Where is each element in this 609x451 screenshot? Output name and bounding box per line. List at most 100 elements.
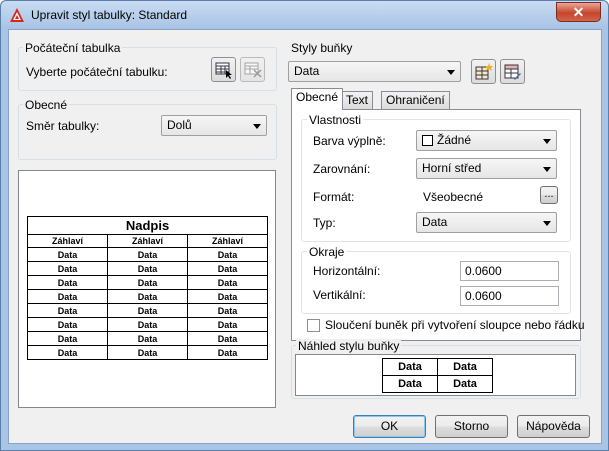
chevron-down-icon bbox=[447, 70, 455, 75]
chevron-down-icon bbox=[543, 167, 551, 172]
preview-data-cell: Data bbox=[187, 261, 268, 276]
cell-style-value: Data bbox=[294, 64, 320, 78]
preview-data-cell: Data bbox=[107, 289, 188, 304]
title-bar[interactable]: Upravit styl tabulky: Standard ✕ bbox=[1, 1, 608, 29]
merge-cells-checkbox[interactable] bbox=[307, 319, 320, 332]
tab-borders[interactable]: Ohraničení bbox=[381, 91, 450, 110]
cell-styles-group-label: Styly buňky bbox=[289, 41, 355, 55]
preview-data-cell: Data bbox=[27, 261, 108, 276]
table-direction-value: Dolů bbox=[167, 118, 192, 132]
type-value: Data bbox=[422, 215, 448, 229]
horizontal-margin-label: Horizontální: bbox=[313, 264, 381, 278]
chevron-down-icon bbox=[543, 221, 551, 226]
merge-cells-label: Sloučení buněk při vytvoření sloupce neb… bbox=[325, 318, 585, 332]
alignment-label: Zarovnání: bbox=[313, 162, 371, 176]
preview-data-cell: Data bbox=[27, 331, 108, 346]
table-preview: Nadpis Záhlaví Záhlaví Záhlaví Data Data Data D… bbox=[18, 170, 276, 408]
preview-title-cell: Nadpis bbox=[27, 216, 268, 235]
general-group-label: Obecné bbox=[23, 98, 70, 112]
manage-cell-styles-button[interactable] bbox=[500, 59, 525, 84]
preview-header-cell: Záhlaví bbox=[107, 234, 188, 248]
fill-color-label: Barva výplně: bbox=[313, 134, 386, 148]
cell-preview-cell: Data bbox=[382, 375, 438, 393]
preview-data-cell: Data bbox=[107, 275, 188, 290]
select-table-button[interactable] bbox=[211, 57, 236, 82]
alignment-value: Horní střed bbox=[422, 161, 482, 175]
manage-cell-styles-icon bbox=[504, 64, 521, 80]
new-cell-style-icon bbox=[475, 63, 493, 80]
preview-data-cell: Data bbox=[27, 275, 108, 290]
table-row: Data Data Data bbox=[27, 275, 268, 290]
cell-preview-box: Data Data Data Data bbox=[295, 354, 576, 396]
preview-data-cell: Data bbox=[187, 345, 268, 360]
tab-general[interactable]: Obecné bbox=[291, 88, 344, 110]
type-select[interactable]: Data bbox=[416, 212, 557, 233]
select-start-table-label: Vyberte počáteční tabulku: bbox=[26, 65, 168, 79]
chevron-down-icon bbox=[253, 124, 261, 129]
vertical-margin-label: Vertikální: bbox=[313, 288, 366, 302]
preview-data-cell: Data bbox=[107, 345, 188, 360]
autocad-logo-icon bbox=[10, 8, 24, 22]
preview-data-cell: Data bbox=[27, 247, 108, 262]
ok-button[interactable]: OK bbox=[353, 415, 426, 438]
preview-data-cell: Data bbox=[27, 303, 108, 318]
preview-data-cell: Data bbox=[187, 289, 268, 304]
new-cell-style-button[interactable] bbox=[471, 59, 496, 84]
preview-data-cell: Data bbox=[107, 261, 188, 276]
fill-color-swatch bbox=[422, 135, 433, 146]
properties-group-label: Vlastnosti bbox=[307, 113, 364, 127]
table-direction-label: Směr tabulky: bbox=[26, 119, 100, 133]
vertical-margin-input[interactable]: 0.0600 bbox=[460, 286, 559, 306]
start-table-group-label: Počáteční tabulka bbox=[23, 41, 123, 55]
table-row: Data Data Data bbox=[27, 247, 268, 262]
preview-data-cell: Data bbox=[187, 275, 268, 290]
table-row: Data Data Data bbox=[27, 317, 268, 332]
cell-style-select[interactable]: Data bbox=[288, 61, 461, 82]
help-button[interactable]: Nápověda bbox=[517, 415, 590, 438]
preview-data-cell: Data bbox=[187, 303, 268, 318]
cell-preview-cell: Data bbox=[382, 358, 438, 376]
tab-panel-general: Vlastnosti Barva výplně: Žádné Zarovnání… bbox=[291, 109, 585, 341]
horizontal-margin-input[interactable]: 0.0600 bbox=[460, 261, 559, 281]
type-label: Typ: bbox=[313, 216, 336, 230]
table-preview-grid: Nadpis Záhlaví Záhlaví Záhlaví Data Data Data D… bbox=[27, 216, 268, 360]
preview-data-cell: Data bbox=[27, 345, 108, 360]
chevron-down-icon bbox=[543, 139, 551, 144]
format-value: Všeobecné bbox=[423, 190, 484, 204]
table-row: Data Data Data bbox=[27, 261, 268, 276]
dialog-window: Upravit styl tabulky: Standard ✕ Počáteč… bbox=[0, 0, 609, 451]
cell-preview-group-label: Náhled stylu buňky bbox=[296, 339, 402, 353]
window-title: Upravit styl tabulky: Standard bbox=[31, 8, 188, 22]
table-row: Data Data Data bbox=[27, 303, 268, 318]
cell-preview-cell: Data bbox=[437, 358, 493, 376]
fill-color-select[interactable]: Žádné bbox=[416, 130, 557, 151]
table-select-icon bbox=[215, 62, 232, 79]
alignment-select[interactable]: Horní střed bbox=[416, 158, 557, 179]
format-browse-button[interactable]: ... bbox=[540, 186, 558, 204]
cell-preview-cell: Data bbox=[437, 375, 493, 393]
preview-data-cell: Data bbox=[187, 331, 268, 346]
preview-data-cell: Data bbox=[107, 247, 188, 262]
preview-data-cell: Data bbox=[107, 303, 188, 318]
remove-table-button[interactable] bbox=[240, 57, 265, 82]
cancel-button[interactable]: Storno bbox=[435, 415, 508, 438]
table-row: Data Data Data bbox=[27, 331, 268, 346]
preview-data-cell: Data bbox=[187, 247, 268, 262]
fill-color-value: Žádné bbox=[437, 133, 472, 147]
dialog-client: Počáteční tabulka Vyberte počáteční tabu… bbox=[8, 29, 602, 444]
table-row: Data Data Data bbox=[27, 345, 268, 360]
table-remove-icon bbox=[244, 62, 262, 78]
preview-data-cell: Data bbox=[27, 289, 108, 304]
tab-text[interactable]: Text bbox=[341, 91, 374, 110]
preview-header-cell: Záhlaví bbox=[27, 234, 108, 248]
preview-data-cell: Data bbox=[107, 317, 188, 332]
preview-data-cell: Data bbox=[187, 317, 268, 332]
cell-preview-grid: Data Data Data Data bbox=[382, 358, 493, 393]
table-row: Data Data Data bbox=[27, 289, 268, 304]
preview-header-cell: Záhlaví bbox=[187, 234, 268, 248]
preview-data-cell: Data bbox=[107, 331, 188, 346]
close-button[interactable]: ✕ bbox=[556, 2, 601, 22]
margins-group-label: Okraje bbox=[307, 245, 347, 259]
table-direction-select[interactable]: Dolů bbox=[161, 115, 267, 136]
preview-data-cell: Data bbox=[27, 317, 108, 332]
